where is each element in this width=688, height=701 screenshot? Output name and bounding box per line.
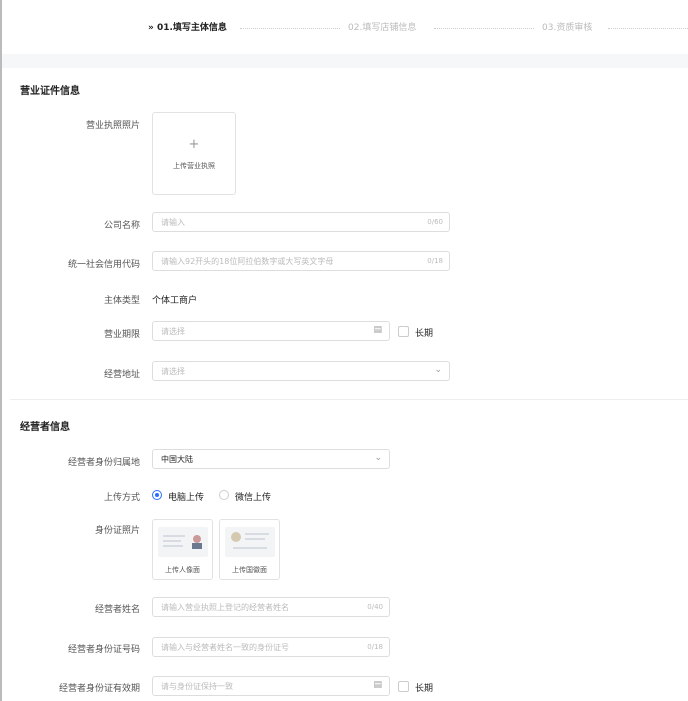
term-long-label: 长期 <box>415 329 434 339</box>
entity-type-value: 个体工商户 <box>152 296 198 306</box>
id-validity-label: 经营者身份证有效期 <box>58 684 140 694</box>
id-validity-placeholder: 请与身份证保持一致 <box>161 682 233 691</box>
id-back-card-image <box>225 527 275 557</box>
term-placeholder: 请选择 <box>161 327 185 336</box>
upload-wechat-label[interactable]: 微信上传 <box>235 490 271 503</box>
step-divider <box>608 28 688 29</box>
address-label: 经营地址 <box>103 370 140 380</box>
id-back-upload[interactable]: 上传国徽面 <box>219 519 280 580</box>
step-1: » 01.填写主体信息 <box>148 23 227 33</box>
operator-name-placeholder: 请输入营业执照上登记的经营者姓名 <box>161 603 289 612</box>
address-placeholder: 请选择 <box>161 367 185 376</box>
plus-icon: + <box>188 137 200 152</box>
id-region-select[interactable]: 中国大陆 ⌄ <box>152 449 390 469</box>
id-region-value: 中国大陆 <box>161 455 193 464</box>
id-number-input[interactable]: 请输入与经营者姓名一致的身份证号 0/18 <box>152 637 390 657</box>
calendar-icon: ▤ <box>373 325 382 335</box>
step-bar: » 01.填写主体信息 02.填写店铺信息 03.资质审核 <box>2 0 688 54</box>
id-region-label: 经营者身份归属地 <box>67 458 140 468</box>
section-title-business: 营业证件信息 <box>20 86 80 97</box>
calendar-icon: ▤ <box>373 680 382 690</box>
upload-method-label: 上传方式 <box>103 493 140 503</box>
id-validity-long-label: 长期 <box>415 684 434 694</box>
left-border <box>0 0 2 701</box>
entity-type-label: 主体类型 <box>103 296 140 306</box>
id-front-card-image <box>158 527 208 557</box>
license-photo-label: 营业执照照片 <box>85 121 140 131</box>
credit-code-input[interactable]: 请输入92开头的18位阿拉伯数字或大写英文字母 0/18 <box>152 251 450 271</box>
step-divider <box>240 28 340 29</box>
operator-name-count: 0/40 <box>367 603 383 611</box>
id-number-label: 经营者身份证号码 <box>67 645 140 655</box>
address-select[interactable]: 请选择 ⌄ <box>152 361 450 381</box>
company-name-label: 公司名称 <box>103 221 140 231</box>
company-name-count: 0/60 <box>427 218 443 226</box>
chevron-down-icon: ⌄ <box>374 453 382 463</box>
company-name-placeholder: 请输入 <box>161 218 185 227</box>
step-3: 03.资质审核 <box>542 23 593 33</box>
license-upload-text: 上传营业执照 <box>173 162 215 170</box>
chevron-down-icon: ⌄ <box>434 365 442 375</box>
upload-pc-label[interactable]: 电脑上传 <box>168 490 204 503</box>
term-label: 营业期限 <box>103 330 140 340</box>
credit-code-count: 0/18 <box>427 257 443 265</box>
credit-code-label: 统一社会信用代码 <box>67 260 140 270</box>
id-number-count: 0/18 <box>367 643 383 651</box>
term-long-checkbox[interactable] <box>398 326 409 337</box>
term-date-picker[interactable]: 请选择 ▤ <box>152 321 390 341</box>
upload-pc-radio[interactable] <box>152 490 162 500</box>
step-bar-shadow <box>2 54 688 68</box>
id-number-placeholder: 请输入与经营者姓名一致的身份证号 <box>161 643 289 652</box>
operator-name-label: 经营者姓名 <box>94 605 140 615</box>
company-name-input[interactable]: 请输入 0/60 <box>152 212 450 232</box>
section-divider <box>10 399 688 400</box>
id-back-text: 上传国徽面 <box>232 566 267 574</box>
id-photo-label: 身份证照片 <box>94 526 140 536</box>
id-validity-long-checkbox[interactable] <box>398 681 409 692</box>
operator-name-input[interactable]: 请输入营业执照上登记的经营者姓名 0/40 <box>152 597 390 617</box>
id-front-upload[interactable]: 上传人像面 <box>152 519 213 580</box>
id-validity-date-picker[interactable]: 请与身份证保持一致 ▤ <box>152 676 390 696</box>
license-upload-box[interactable]: + 上传营业执照 <box>152 112 236 195</box>
step-2: 02.填写店铺信息 <box>348 23 417 33</box>
upload-wechat-radio[interactable] <box>219 490 229 500</box>
section-title-operator: 经营者信息 <box>20 422 70 433</box>
step-divider <box>434 28 534 29</box>
id-front-text: 上传人像面 <box>165 566 200 574</box>
credit-code-placeholder: 请输入92开头的18位阿拉伯数字或大写英文字母 <box>161 257 334 266</box>
